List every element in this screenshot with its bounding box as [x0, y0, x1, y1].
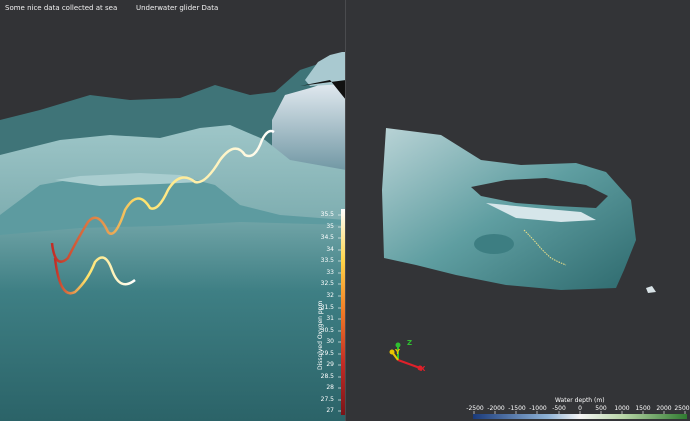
oxygen-colorbar-title: Dissolved Oxygen ppm — [317, 300, 324, 370]
oxygen-tick-label: 32.5 — [320, 280, 334, 287]
oxygen-tick-label: 29 — [326, 361, 334, 368]
terrain-crater — [474, 234, 514, 254]
oxygen-tick-label: 29.5 — [320, 350, 334, 357]
foreground-floor — [0, 222, 346, 421]
right-render-view[interactable] — [346, 0, 690, 421]
oxygen-tick-label: 35 — [326, 223, 334, 230]
depth-tick-label: -1500 — [508, 405, 526, 412]
depth-tick-label: 0 — [578, 405, 582, 412]
depth-tick-label: -500 — [552, 405, 566, 412]
orientation-axes — [389, 342, 423, 371]
oxygen-tick-label: 28 — [326, 384, 334, 391]
axis-label-z: Z — [407, 339, 413, 347]
depth-colorbar-title: Water depth (m) — [555, 397, 605, 404]
depth-tick-label: 2500 — [674, 405, 690, 412]
oxygen-tick-label: 27 — [326, 407, 334, 414]
right-view-title: Underwater glider Data — [136, 4, 219, 12]
oxygen-tick-label: 28.5 — [320, 373, 334, 380]
left-3d-scene[interactable] — [0, 0, 346, 421]
depth-tick-label: 500 — [595, 405, 607, 412]
paraview-window: Some nice data collected at sea Underwat… — [0, 0, 690, 421]
oxygen-tick-label: 30.5 — [320, 327, 334, 334]
depth-tick-label: -1000 — [529, 405, 547, 412]
oxygen-tick-label: 34 — [326, 246, 334, 253]
oxygen-tick-label: 31.5 — [320, 304, 334, 311]
right-3d-scene[interactable] — [346, 0, 690, 421]
oxygen-tick-label: 33 — [326, 269, 334, 276]
oxygen-tick-label: 34.5 — [320, 234, 334, 241]
depth-tick-label: -2000 — [487, 405, 505, 412]
left-render-view[interactable] — [0, 0, 346, 421]
depth-colorbar — [473, 414, 687, 419]
depth-tick-label: -2500 — [466, 405, 484, 412]
oxygen-tick-label: 33.5 — [320, 257, 334, 264]
depth-tick-label: 2000 — [656, 405, 672, 412]
oxygen-tick-label: 31 — [326, 315, 334, 322]
terrain-island — [646, 286, 656, 293]
depth-tick-label: 1000 — [614, 405, 630, 412]
axis-label-y: Y — [395, 348, 401, 356]
oxygen-tick-label: 30 — [326, 338, 334, 345]
axis-label-x: X — [420, 365, 426, 373]
oxygen-tick-label: 32 — [326, 292, 334, 299]
left-view-title: Some nice data collected at sea — [5, 4, 118, 12]
depth-tick-label: 1500 — [635, 405, 651, 412]
oxygen-tick-label: 35.5 — [320, 211, 334, 218]
oxygen-tick-label: 27.5 — [320, 396, 334, 403]
